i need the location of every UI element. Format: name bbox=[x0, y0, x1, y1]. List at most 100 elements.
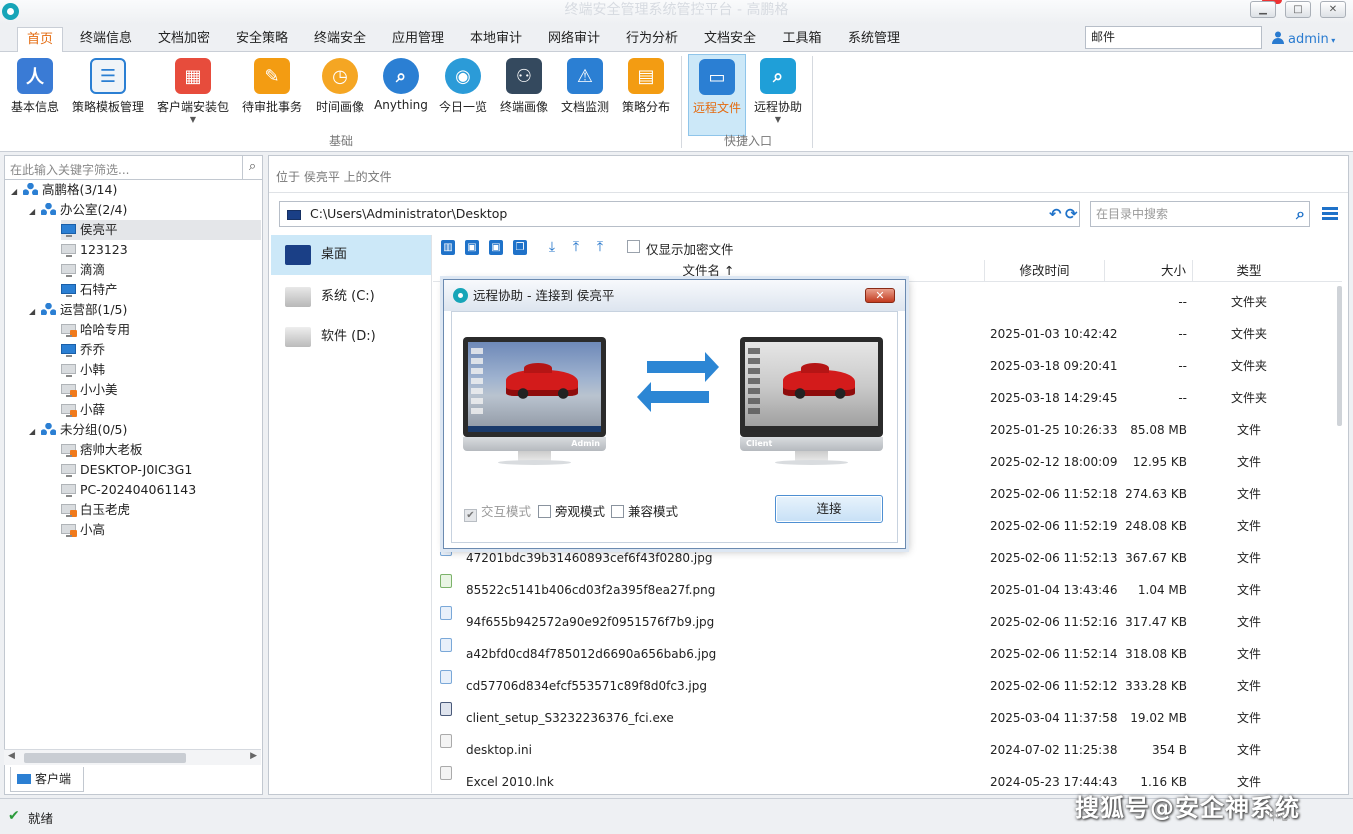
back-icon[interactable]: ↶ bbox=[1049, 202, 1062, 226]
collapse-icon[interactable]: ◢ bbox=[29, 302, 41, 322]
scrollbar-thumb[interactable] bbox=[24, 753, 186, 763]
tree-item[interactable]: 石特产 bbox=[61, 280, 118, 300]
dialog-close-button[interactable]: ✕ bbox=[865, 288, 895, 303]
connect-button[interactable]: 连接 bbox=[775, 495, 883, 523]
tab-system-management[interactable]: 系统管理 bbox=[846, 27, 902, 52]
file-type: 文件夹 bbox=[1230, 359, 1267, 373]
collapse-icon[interactable]: ◢ bbox=[29, 202, 41, 222]
close-button[interactable]: ✕ bbox=[1320, 1, 1346, 18]
today-overview-button[interactable]: ◉ 今日一览 bbox=[434, 54, 492, 136]
remote-assist-button[interactable]: ⌕ 远程协助 ▼ bbox=[750, 54, 806, 136]
search-icon[interactable]: ⌕ bbox=[242, 156, 262, 179]
tree-item[interactable]: 小韩 bbox=[61, 360, 105, 380]
file-modified: 2025-03-18 14:29:45 bbox=[990, 391, 1118, 405]
global-search-input[interactable]: 邮件 bbox=[1085, 26, 1262, 49]
tree-item[interactable]: 白玉老虎 bbox=[61, 500, 130, 520]
file-row[interactable]: desktop.ini 2024-07-02 11:25:38 354 B 文件 bbox=[433, 734, 1342, 766]
column-modified[interactable]: 修改时间 bbox=[985, 260, 1105, 282]
file-size: 317.47 KB bbox=[1125, 615, 1187, 629]
tab-doc-security[interactable]: 文档安全 bbox=[702, 27, 758, 52]
policy-template-button[interactable]: ☰ 策略模板管理 bbox=[68, 54, 148, 136]
drive-c[interactable]: 系统 (C:) bbox=[271, 277, 431, 317]
only-encrypted-checkbox[interactable] bbox=[627, 240, 640, 253]
tree-item[interactable]: 小高 bbox=[61, 520, 105, 540]
unlock-icon[interactable]: ▣ bbox=[489, 240, 503, 255]
tree-item[interactable]: 哈哈专用 bbox=[61, 320, 130, 340]
tab-terminal-security[interactable]: 终端安全 bbox=[312, 27, 368, 52]
list-view-icon[interactable] bbox=[1322, 207, 1338, 221]
upload-folder-icon[interactable]: ⤒ bbox=[593, 240, 607, 255]
interactive-mode-checkbox[interactable]: ✔ 交互模式 bbox=[464, 505, 531, 522]
folder-icon: ▭ bbox=[699, 59, 735, 95]
tree-item[interactable]: DESKTOP-J0IC3G1 bbox=[61, 460, 192, 480]
copy-icon[interactable]: ❐ bbox=[513, 240, 527, 255]
remote-file-button[interactable]: ▭ 远程文件 bbox=[688, 54, 746, 136]
tree-item-selected[interactable]: 侯亮平 bbox=[61, 220, 261, 240]
download-icon[interactable]: ⤓ bbox=[545, 240, 559, 255]
tab-doc-encryption[interactable]: 文档加密 bbox=[156, 27, 212, 52]
tree-item[interactable]: 乔乔 bbox=[61, 340, 105, 360]
tab-security-policy[interactable]: 安全策略 bbox=[234, 27, 290, 52]
terminal-profile-button[interactable]: ⚇ 终端画像 bbox=[496, 54, 552, 136]
tree-group[interactable]: ◢ 办公室(2/4) bbox=[29, 200, 127, 220]
scroll-right-icon[interactable]: ▶ bbox=[250, 751, 257, 761]
file-row[interactable]: cd57706d834efcf553571c89f8d0fc3.jpg 2025-… bbox=[433, 670, 1342, 702]
refresh-icon[interactable]: ⟳ bbox=[1065, 202, 1078, 226]
tree-group[interactable]: ◢ 未分组(0/5) bbox=[29, 420, 127, 440]
doc-monitor-button[interactable]: ⚠ 文档监测 bbox=[557, 54, 613, 136]
client-installer-button[interactable]: ▦ 客户端安装包 ▼ bbox=[153, 54, 233, 136]
file-row[interactable]: client_setup_S3232236376_fci.exe 2025-03-… bbox=[433, 702, 1342, 734]
tree-item[interactable]: 痞帅大老板 bbox=[61, 440, 143, 460]
compatible-mode-checkbox[interactable]: 兼容模式 bbox=[611, 505, 678, 519]
tab-home[interactable]: 首页 bbox=[17, 27, 63, 52]
minimize-button[interactable]: ▁ bbox=[1250, 1, 1276, 18]
tree-item[interactable]: 滴滴 bbox=[61, 260, 105, 280]
anything-search-button[interactable]: ⌕ Anything bbox=[373, 54, 429, 136]
tree-item[interactable]: PC-202404061143 bbox=[61, 480, 196, 500]
client-icon bbox=[17, 774, 31, 784]
file-vertical-scrollbar[interactable] bbox=[1336, 286, 1344, 766]
file-size: 12.95 KB bbox=[1132, 455, 1187, 469]
scrollbar-thumb[interactable] bbox=[1337, 286, 1342, 426]
tab-behavior-analysis[interactable]: 行为分析 bbox=[624, 27, 680, 52]
basic-info-button[interactable]: 人基本信息 bbox=[6, 54, 64, 136]
collapse-icon[interactable]: ◢ bbox=[11, 182, 23, 202]
column-type[interactable]: 类型 bbox=[1193, 260, 1305, 282]
file-row[interactable]: 94f655b942572a90e92f0951576f7b9.jpg 2025-… bbox=[433, 606, 1342, 638]
lock-icon[interactable]: ▣ bbox=[465, 240, 479, 255]
tab-app-management[interactable]: 应用管理 bbox=[390, 27, 446, 52]
tab-toolbox[interactable]: 工具箱 bbox=[780, 27, 824, 52]
policy-distribution-button[interactable]: ▤ 策略分布 bbox=[618, 54, 674, 136]
tab-terminal-info[interactable]: 终端信息 bbox=[78, 27, 134, 52]
spectator-mode-checkbox[interactable]: 旁观模式 bbox=[538, 505, 605, 519]
scroll-left-icon[interactable]: ◀ bbox=[8, 751, 15, 761]
file-row[interactable]: a42bfd0cd84f785012d6690a656bab6.jpg 2025-… bbox=[433, 638, 1342, 670]
tree-group[interactable]: ◢ 运营部(1/5) bbox=[29, 300, 127, 320]
column-size[interactable]: 大小 bbox=[1105, 260, 1193, 282]
upload-icon[interactable]: ⤒ bbox=[569, 240, 583, 255]
drive-desktop[interactable]: 桌面 bbox=[271, 235, 431, 275]
file-row[interactable]: 85522c5141b406cd03f2a395f8ea27f.png 2025-… bbox=[433, 574, 1342, 606]
tab-network-audit[interactable]: 网络审计 bbox=[546, 27, 602, 52]
path-input[interactable]: C:\Users\Administrator\Desktop ↶ ⟳ bbox=[279, 201, 1080, 227]
tree-item[interactable]: 小小美 bbox=[61, 380, 118, 400]
drive-d[interactable]: 软件 (D:) bbox=[271, 317, 431, 357]
search-icon[interactable]: ⌕ bbox=[1296, 202, 1305, 226]
tree-root[interactable]: ◢ 高鹏格(3/14) bbox=[11, 180, 117, 200]
tab-local-audit[interactable]: 本地审计 bbox=[468, 27, 524, 52]
pending-approval-button[interactable]: ✎ 待审批事务 bbox=[238, 54, 306, 136]
locked-pc-icon bbox=[61, 384, 77, 397]
collapse-icon[interactable]: ◢ bbox=[29, 422, 41, 442]
maximize-button[interactable]: □ bbox=[1285, 1, 1311, 18]
time-profile-button[interactable]: ◷ 时间画像 bbox=[311, 54, 369, 136]
tree-item[interactable]: 小薛 bbox=[61, 400, 105, 420]
user-menu[interactable]: admin ▾ bbox=[1272, 30, 1335, 47]
tree-horizontal-scrollbar[interactable]: ◀ ▶ bbox=[4, 749, 261, 765]
tab-client[interactable]: 客户端 bbox=[10, 767, 84, 792]
title-bar: 终端安全管理系统管控平台 - 高鹏格 ▁ □ ✕ bbox=[0, 0, 1353, 24]
tree-item[interactable]: 123123 bbox=[61, 240, 128, 260]
tree-filter-input[interactable]: 在此输入关键字筛选... ⌕ bbox=[5, 156, 262, 180]
delete-icon[interactable]: ▥ bbox=[441, 240, 455, 255]
directory-search-input[interactable]: 在目录中搜索 ⌕ bbox=[1090, 201, 1310, 227]
user-name: admin bbox=[1288, 32, 1329, 47]
